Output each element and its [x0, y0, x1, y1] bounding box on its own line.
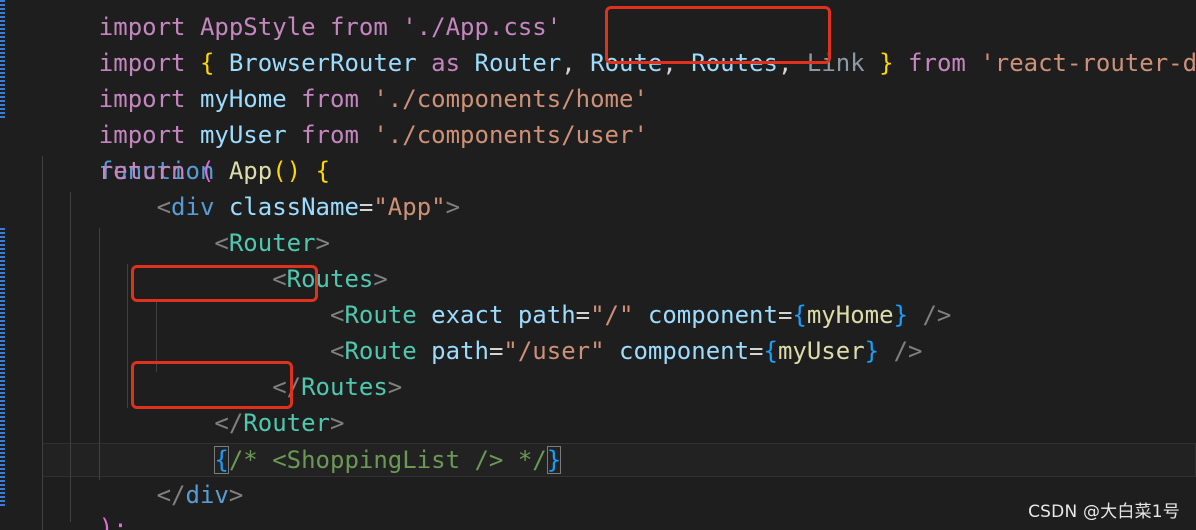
gutter-change-marker — [0, 228, 5, 508]
attr-value: "/user" — [503, 337, 605, 365]
attr-value: "App" — [373, 193, 446, 221]
code-line-return-close: ); — [41, 510, 128, 530]
identifier-myuser: myUser — [777, 337, 865, 365]
identifier-myhome: myHome — [806, 301, 894, 329]
jsx-tag-route: Route — [344, 301, 417, 329]
brace-open: { — [763, 337, 778, 365]
equals: = — [749, 337, 764, 365]
attr-classname: className — [228, 193, 359, 221]
attr-value: "/" — [590, 301, 634, 329]
attr-path: path — [431, 337, 489, 365]
angle-open-slash: </ — [156, 481, 186, 509]
angle-open-slash: </ — [214, 409, 244, 437]
keyword-return: return — [98, 157, 186, 185]
equals: = — [777, 301, 793, 329]
annotation-box-routes-open — [131, 265, 318, 302]
code-line-import-user: import myUser from './components/user' — [41, 81, 648, 149]
code-line-function: function App() { — [41, 117, 330, 185]
angle-open: < — [156, 193, 172, 221]
brace-open: { — [315, 157, 331, 185]
code-line-import-home: import myHome from './components/home' — [41, 45, 648, 113]
brace-open: { — [792, 301, 807, 329]
module-source: './components/user' — [373, 121, 648, 149]
code-line-return: return ( — [41, 153, 215, 189]
jsx-tag-router: Router — [228, 229, 316, 257]
angle-open: < — [214, 229, 229, 257]
self-close: /> — [922, 301, 952, 329]
angle-open: < — [329, 337, 345, 365]
angle-close: > — [445, 193, 461, 221]
jsx-tag-div: div — [171, 193, 215, 221]
brace-close: } — [864, 337, 880, 365]
equals: = — [488, 337, 504, 365]
jsx-tag-router: Router — [243, 409, 330, 437]
jsx-tag-routes: Routes — [301, 373, 388, 401]
angle-close: > — [387, 373, 403, 401]
attr-component: component — [647, 301, 778, 329]
annotation-box-routes-import — [605, 6, 831, 64]
code-line-router-close: </Router> — [41, 405, 344, 441]
code-line-route-home: <Route exact path="/" component={myHome}… — [41, 297, 951, 333]
code-line-comment: {/* <ShoppingList /> */} — [41, 442, 562, 478]
attr-exact: exact — [431, 301, 504, 329]
attr-path: path — [517, 301, 576, 329]
code-editor[interactable]: import AppStyle from './App.css' import … — [0, 0, 1196, 530]
jsx-tag-route: Route — [344, 337, 417, 365]
code-line-div-close: </div> — [41, 477, 244, 513]
equals: = — [358, 193, 374, 221]
parens: () — [272, 157, 302, 185]
code-line-div-open: <div className="App"> — [41, 189, 460, 225]
paren-close: ); — [98, 514, 128, 530]
angle-open: < — [329, 301, 345, 329]
self-close: /> — [893, 337, 923, 365]
module-source: 'react-router-dom' — [980, 49, 1196, 77]
watermark-text: CSDN @大白菜1号 — [1028, 502, 1180, 522]
brace-close: } — [879, 49, 894, 77]
annotation-box-routes-close — [131, 361, 293, 409]
brace-close-matched: } — [546, 446, 562, 474]
gutter-change-marker — [0, 0, 5, 118]
angle-close: > — [373, 265, 388, 293]
jsx-tag-div: div — [185, 481, 229, 509]
code-line-router-open: <Router> — [41, 225, 330, 261]
attr-component: component — [619, 337, 750, 365]
brace-open-matched: { — [214, 446, 229, 474]
equals: = — [575, 301, 591, 329]
jsx-comment: /* <ShoppingList /> */ — [228, 446, 547, 474]
angle-close: > — [315, 229, 330, 257]
code-line-partial: import AppStyle from './App.css' — [41, 0, 561, 41]
function-name-app: App — [228, 157, 273, 185]
keyword-from: from — [908, 49, 966, 77]
angle-close: > — [330, 409, 345, 437]
angle-close: > — [228, 481, 244, 509]
brace-close: } — [893, 301, 909, 329]
paren-open: ( — [199, 157, 215, 185]
